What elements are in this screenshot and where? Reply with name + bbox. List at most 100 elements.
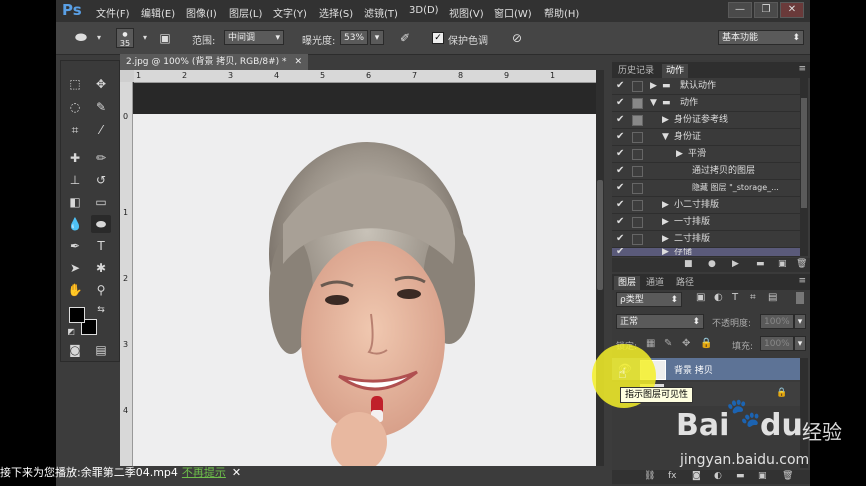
menu-edit[interactable]: 编辑(E) (141, 5, 175, 20)
close-icon[interactable]: ✕ (294, 54, 302, 70)
layer-kind-filter[interactable]: ρ类型 ⬍ (616, 292, 682, 307)
list-item[interactable]: ✔ ▶ 一寸排版 (612, 214, 800, 231)
list-item[interactable]: ✔ ▶ 二寸排版 (612, 231, 800, 248)
brush-preset-picker[interactable]: ● 35 (116, 28, 134, 48)
crop-tool-icon[interactable]: ⌗ (65, 121, 85, 139)
lock-position-icon[interactable]: ✥ (682, 338, 690, 349)
toggle-dialog-box[interactable] (632, 98, 643, 109)
toggle-dialog-box[interactable] (632, 166, 643, 177)
brush-panel-icon[interactable]: ▣ (156, 29, 174, 47)
lock-transparent-icon[interactable]: ▦ (646, 338, 655, 349)
expand-arrow-icon[interactable]: ▶ (650, 78, 657, 94)
eraser-tool-icon[interactable]: ◧ (65, 193, 85, 211)
new-set-icon[interactable]: ▬ (756, 259, 765, 269)
list-item[interactable]: ✔ ▶ 小二寸排版 (612, 197, 800, 214)
expand-arrow-icon[interactable]: ▶ (662, 197, 669, 213)
menu-view[interactable]: 视图(V) (449, 5, 484, 20)
menu-help[interactable]: 帮助(H) (544, 5, 579, 20)
zoom-tool-icon[interactable]: ⚲ (91, 281, 111, 299)
airbrush-icon[interactable]: ✐ (396, 29, 414, 47)
restore-button[interactable]: ❐ (754, 2, 778, 18)
healing-brush-tool-icon[interactable]: ✚ (65, 149, 85, 167)
shape-tool-icon[interactable]: ✱ (91, 259, 111, 277)
expand-arrow-icon[interactable]: ▶ (676, 146, 683, 162)
filter-type-icon[interactable]: T (732, 292, 738, 303)
checkmark-icon[interactable]: ✔ (616, 231, 628, 247)
checkmark-icon[interactable]: ✔ (616, 112, 628, 128)
pressure-size-icon[interactable]: ⊘ (508, 29, 526, 47)
actions-scrollbar[interactable] (800, 78, 808, 256)
checkmark-icon[interactable]: ✔ (616, 214, 628, 230)
protect-tones-checkbox[interactable]: ✓ (432, 32, 444, 44)
toggle-dialog-box[interactable] (632, 217, 643, 228)
list-item[interactable]: ✔ ▶ 平滑 (612, 146, 800, 163)
list-item[interactable]: ✔ 隐藏 图层 "_storage_... (612, 180, 800, 197)
lasso-tool-icon[interactable]: ◌ (65, 98, 85, 116)
sponge-tool-preset-icon[interactable]: ⬬ (72, 29, 90, 47)
menu-filter[interactable]: 滤镜(T) (364, 5, 398, 20)
expand-arrow-icon[interactable]: ▶ (662, 231, 669, 247)
stop-icon[interactable]: ■ (684, 259, 693, 269)
screen-mode-icon[interactable]: ▤ (91, 341, 111, 359)
checkmark-icon[interactable]: ✔ (616, 129, 628, 145)
toggle-dialog-box[interactable] (632, 234, 643, 245)
filter-pixel-icon[interactable]: ▣ (696, 292, 705, 303)
document-tab[interactable]: 2.jpg @ 100% (背景 拷贝, RGB/8#) * ✕ (120, 54, 308, 70)
menu-type[interactable]: 文字(Y) (273, 5, 307, 20)
toggle-dialog-box[interactable] (632, 115, 643, 126)
toggle-dialog-box[interactable] (632, 183, 643, 194)
path-select-tool-icon[interactable]: ➤ (65, 259, 85, 277)
tab-actions[interactable]: 动作 (662, 64, 689, 78)
checkmark-icon[interactable]: ✔ (616, 248, 628, 256)
expand-arrow-icon[interactable]: ▼ (650, 95, 657, 111)
horizontal-ruler[interactable]: 1 2 3 4 5 6 7 8 9 1 (134, 70, 596, 83)
expand-arrow-icon[interactable]: ▼ (662, 129, 669, 145)
menu-3d[interactable]: 3D(D) (409, 5, 439, 16)
pen-tool-icon[interactable]: ✒ (65, 237, 85, 255)
close-button[interactable]: ✕ (780, 2, 804, 18)
list-item[interactable]: ✔ ▼ ▬ 动作 (612, 95, 800, 112)
gradient-tool-icon[interactable]: ▭ (91, 193, 111, 211)
play-icon[interactable]: ▶ (732, 259, 739, 269)
toggle-dialog-box[interactable] (632, 149, 643, 160)
scrollbar-thumb[interactable] (597, 180, 603, 290)
fill-input[interactable]: 100% (760, 336, 794, 351)
menu-window[interactable]: 窗口(W) (494, 5, 532, 20)
expand-arrow-icon[interactable]: ▶ (662, 248, 669, 256)
list-item[interactable]: ✔ 通过拷贝的图层 (612, 163, 800, 180)
hand-tool-icon[interactable]: ✋ (65, 281, 85, 299)
close-icon[interactable]: ✕ (232, 466, 241, 479)
vertical-ruler[interactable]: 0 1 2 3 4 (120, 82, 133, 466)
quick-mask-icon[interactable]: ◙ (65, 341, 85, 359)
eyedropper-tool-icon[interactable]: ⁄ (91, 121, 111, 139)
sponge-tool-icon[interactable]: ⬬ (91, 215, 111, 233)
opacity-dropdown[interactable]: ▾ (794, 314, 806, 329)
fill-dropdown[interactable]: ▾ (794, 336, 806, 351)
layer-name[interactable]: 背景 拷贝 (674, 363, 713, 376)
trash-icon[interactable]: 🗑 (796, 259, 807, 269)
blend-mode-select[interactable]: 正常 ⬍ (616, 314, 704, 329)
portrait-photo[interactable] (133, 114, 596, 466)
list-item[interactable]: ✔ ▶ ▬ 默认动作 (612, 78, 800, 95)
menu-layer[interactable]: 图层(L) (229, 5, 262, 20)
toggle-dialog-box[interactable] (632, 132, 643, 143)
toggle-dialog-box[interactable] (632, 200, 643, 211)
swap-colors-icon[interactable]: ⇆ (91, 301, 111, 319)
menu-image[interactable]: 图像(I) (186, 5, 217, 20)
clone-stamp-tool-icon[interactable]: ⊥ (65, 171, 85, 189)
vertical-scrollbar[interactable] (596, 70, 604, 466)
checkmark-icon[interactable]: ✔ (616, 78, 628, 94)
type-tool-icon[interactable]: T (91, 237, 111, 255)
range-select[interactable]: 中间调 ▾ (224, 30, 284, 45)
lock-all-icon[interactable]: 🔒 (700, 338, 712, 349)
checkmark-icon[interactable]: ✔ (616, 163, 628, 179)
expand-arrow-icon[interactable]: ▶ (662, 214, 669, 230)
exposure-input[interactable]: 53% (340, 30, 368, 45)
list-item[interactable]: ✔ ▶ 身份证参考线 (612, 112, 800, 129)
panel-menu-icon[interactable]: ≡ (798, 64, 806, 74)
blur-tool-icon[interactable]: 💧 (65, 215, 85, 233)
history-brush-tool-icon[interactable]: ↺ (91, 171, 111, 189)
checkmark-icon[interactable]: ✔ (616, 197, 628, 213)
expand-arrow-icon[interactable]: ▶ (662, 112, 669, 128)
toggle-dialog-box[interactable] (632, 81, 643, 92)
